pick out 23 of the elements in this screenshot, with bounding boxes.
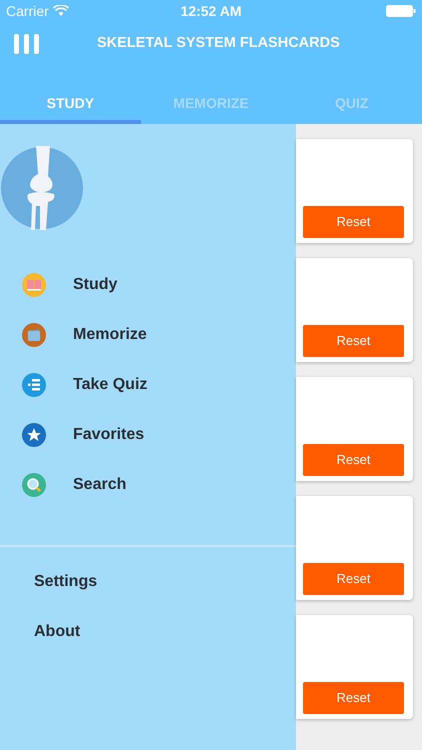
- drawer-menu-item[interactable]: Take Quiz: [0, 360, 296, 410]
- reset-button[interactable]: Reset: [303, 563, 404, 595]
- reset-button[interactable]: Reset: [303, 325, 404, 357]
- drawer-menu-item[interactable]: Favorites: [0, 410, 296, 460]
- cards-icon: [22, 323, 46, 347]
- knee-bone-icon: [0, 146, 84, 230]
- drawer-menu-item[interactable]: About: [0, 607, 296, 657]
- drawer-menu-item[interactable]: Search: [0, 460, 296, 510]
- list-icon: [22, 373, 46, 397]
- reset-button[interactable]: Reset: [303, 682, 404, 714]
- search-icon: [22, 473, 46, 497]
- clock-time: 12:52 AM: [180, 2, 242, 20]
- drawer-menu-item[interactable]: Study: [0, 260, 296, 310]
- reset-button[interactable]: Reset: [303, 206, 404, 238]
- app-title: SKELETAL SYSTEM FLASHCARDS: [97, 34, 340, 54]
- menu-icon: [14, 34, 40, 54]
- book-icon: [22, 273, 46, 297]
- drawer-menu-item[interactable]: Settings: [0, 557, 296, 607]
- battery-icon: [386, 5, 416, 17]
- wifi-icon: [52, 5, 69, 17]
- carrier-label: Carrier: [6, 2, 49, 20]
- drawer-menu-item[interactable]: Memorize: [0, 310, 296, 360]
- reset-button[interactable]: Reset: [303, 444, 404, 476]
